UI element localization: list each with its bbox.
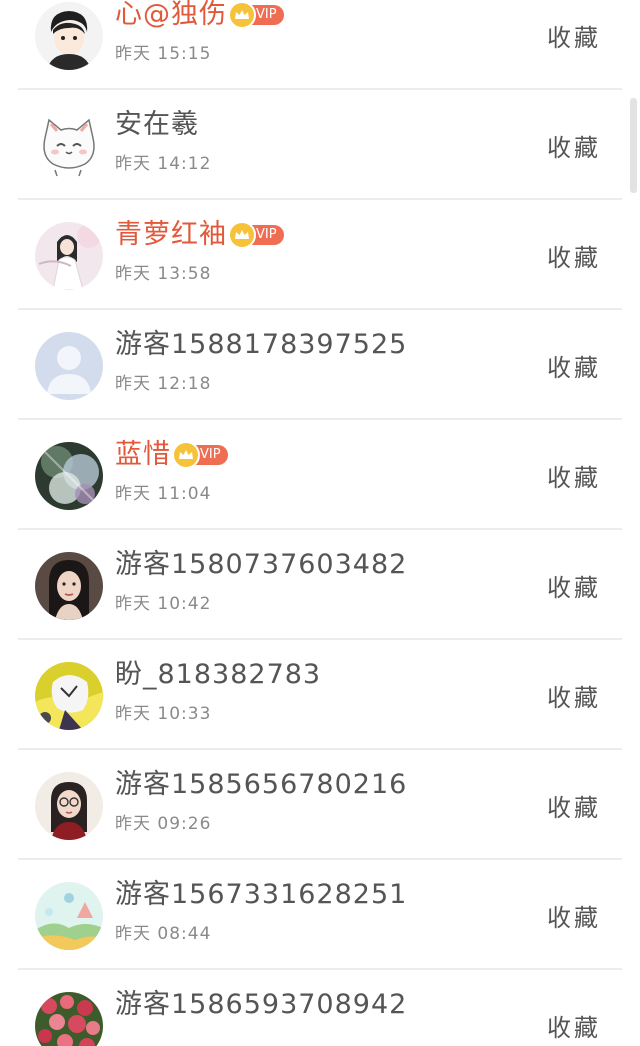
favorite-button[interactable]: 收藏 <box>547 348 601 383</box>
user-name[interactable]: 游客1586593708942 <box>115 988 407 1022</box>
visit-time: 昨天 15:15 <box>115 44 212 64</box>
vip-badge: VIP <box>228 221 284 249</box>
list-item[interactable]: 游客1585656780216 昨天 09:26 收藏 <box>18 750 622 860</box>
vip-label: VIP <box>200 447 221 462</box>
woman-glasses-avatar[interactable] <box>35 772 103 840</box>
crown-icon <box>228 1 256 29</box>
list-item[interactable]: 安在羲 昨天 14:12 收藏 <box>18 90 622 200</box>
favorite-button[interactable]: 收藏 <box>547 18 601 53</box>
vip-badge: VIP <box>228 1 284 29</box>
list-item[interactable]: 心@独伤 VIP 昨天 15:15 收藏 <box>18 0 622 90</box>
default-user-avatar[interactable] <box>35 332 103 400</box>
girl-portrait-avatar[interactable] <box>35 552 103 620</box>
user-name[interactable]: 蓝惜 VIP <box>115 438 228 472</box>
favorite-button[interactable]: 收藏 <box>547 128 601 163</box>
user-name[interactable]: 心@独伤 VIP <box>115 0 284 32</box>
user-name[interactable]: 游客1567331628251 <box>115 878 407 912</box>
visit-time: 昨天 12:18 <box>115 374 212 394</box>
user-name[interactable]: 游客1585656780216 <box>115 768 407 802</box>
favorite-button[interactable]: 收藏 <box>547 1008 601 1043</box>
visit-time: 昨天 13:58 <box>115 264 212 284</box>
user-name-text: 蓝惜 <box>115 439 171 470</box>
list-item[interactable]: 青萝红袖 VIP 昨天 13:58 收藏 <box>18 200 622 310</box>
scrollbar[interactable] <box>630 98 637 193</box>
vip-label: VIP <box>256 7 277 22</box>
cartoon-cat-avatar[interactable] <box>35 112 103 180</box>
favorite-button[interactable]: 收藏 <box>547 788 601 823</box>
crown-icon <box>228 221 256 249</box>
list-item[interactable]: 游客1588178397525 昨天 12:18 收藏 <box>18 310 622 420</box>
cartoon-boy-avatar[interactable] <box>35 2 103 70</box>
favorite-button[interactable]: 收藏 <box>547 898 601 933</box>
crown-icon <box>172 441 200 469</box>
visit-time: 昨天 08:44 <box>115 924 212 944</box>
flowers-avatar[interactable] <box>35 992 103 1046</box>
landscape-illustration-avatar[interactable] <box>35 882 103 950</box>
list-item[interactable]: 蓝惜 VIP 昨天 11:04 收藏 <box>18 420 622 530</box>
list-item[interactable]: 游客1567331628251 昨天 08:44 收藏 <box>18 860 622 970</box>
visit-time: 昨天 11:04 <box>115 484 212 504</box>
list-item[interactable]: 盼_818382783 昨天 10:33 收藏 <box>18 640 622 750</box>
user-name[interactable]: 安在羲 <box>115 108 199 142</box>
list-item[interactable]: 游客1586593708942 收藏 <box>18 970 622 1046</box>
user-name[interactable]: 盼_818382783 <box>115 658 321 692</box>
vip-badge: VIP <box>172 441 228 469</box>
visit-time: 昨天 10:42 <box>115 594 212 614</box>
favorite-button[interactable]: 收藏 <box>547 458 601 493</box>
anime-character-avatar[interactable] <box>35 662 103 730</box>
visit-time: 昨天 10:33 <box>115 704 212 724</box>
vip-label: VIP <box>256 227 277 242</box>
user-name-text: 青萝红袖 <box>115 219 227 250</box>
girl-white-dress-avatar[interactable] <box>35 222 103 290</box>
favorite-button[interactable]: 收藏 <box>547 238 601 273</box>
user-name[interactable]: 青萝红袖 VIP <box>115 218 284 252</box>
visitor-list: 心@独伤 VIP 昨天 15:15 收藏 安在羲 昨天 14:12 收藏 青萝红… <box>0 0 640 1046</box>
user-name-text: 心@独伤 <box>115 0 227 30</box>
visit-time: 昨天 09:26 <box>115 814 212 834</box>
fantasy-art-avatar[interactable] <box>35 442 103 510</box>
visit-time: 昨天 14:12 <box>115 154 212 174</box>
favorite-button[interactable]: 收藏 <box>547 568 601 603</box>
list-item[interactable]: 游客1580737603482 昨天 10:42 收藏 <box>18 530 622 640</box>
user-name[interactable]: 游客1580737603482 <box>115 548 407 582</box>
favorite-button[interactable]: 收藏 <box>547 678 601 713</box>
user-name[interactable]: 游客1588178397525 <box>115 328 407 362</box>
